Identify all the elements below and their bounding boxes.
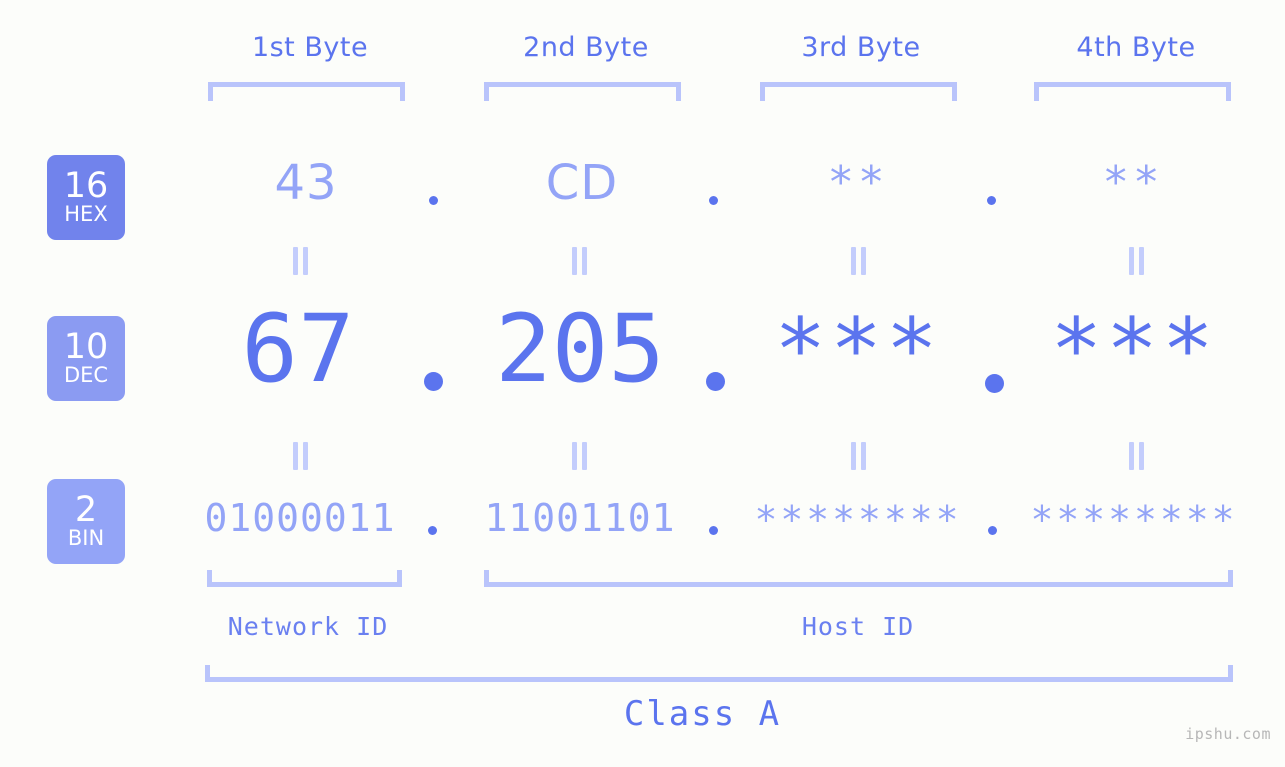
hex-dot-2: [709, 196, 718, 205]
dec-byte-1: 67: [241, 295, 355, 404]
radix-badge-bin[interactable]: 2 BIN: [47, 479, 125, 564]
equals-mark-2-2: [572, 442, 589, 470]
class-bracket: [205, 665, 1233, 682]
hex-dot-1: [429, 196, 438, 205]
host-id-bracket: [484, 570, 1233, 587]
site-watermark: ipshu.com: [1185, 725, 1271, 743]
bin-dot-2: [709, 526, 718, 535]
dec-dot-1: [424, 372, 443, 391]
equals-mark-1-3: [851, 247, 868, 275]
bin-byte-3: ********: [754, 498, 962, 542]
radix-badge-hex-base: 16: [63, 166, 109, 206]
radix-badge-dec-name: DEC: [63, 363, 109, 387]
byte-bracket-3: [760, 82, 957, 101]
class-label: Class A: [0, 694, 1285, 734]
byte-bracket-2: [484, 82, 681, 101]
network-id-label: Network ID: [227, 612, 389, 641]
class-label-text: Class A: [623, 694, 782, 734]
equals-mark-2-3: [851, 442, 868, 470]
byte-header-4: 4th Byte: [1076, 32, 1196, 63]
byte-header-1: 1st Byte: [251, 32, 369, 63]
radix-badge-hex[interactable]: 16 HEX: [47, 155, 125, 240]
byte-bracket-1: [208, 82, 405, 101]
bin-byte-4: ********: [1030, 498, 1238, 542]
radix-badge-dec[interactable]: 10 DEC: [47, 316, 125, 401]
network-id-bracket: [207, 570, 402, 587]
equals-mark-2-1: [293, 442, 310, 470]
byte-header-3: 3rd Byte: [801, 32, 921, 63]
dec-byte-3: ***: [774, 300, 942, 400]
host-id-label: Host ID: [801, 612, 915, 641]
equals-mark-1-2: [572, 247, 589, 275]
bin-dot-1: [428, 526, 437, 535]
equals-mark-1-4: [1129, 247, 1146, 275]
radix-badge-bin-name: BIN: [67, 526, 105, 550]
hex-byte-4: **: [1102, 157, 1164, 208]
radix-badge-hex-name: HEX: [64, 202, 108, 226]
hex-byte-2: CD: [545, 155, 619, 211]
equals-mark-1-1: [293, 247, 310, 275]
bin-dot-3: [988, 526, 997, 535]
byte-bracket-4: [1034, 82, 1231, 101]
hex-dot-3: [987, 196, 996, 205]
equals-mark-2-4: [1129, 442, 1146, 470]
hex-byte-1: 43: [274, 155, 338, 211]
hex-byte-3: **: [827, 157, 889, 208]
bin-byte-1: 01000011: [204, 496, 396, 540]
ip-breakdown-diagram: 1st Byte 2nd Byte 3rd Byte 4th Byte 16 H…: [0, 0, 1285, 767]
byte-header-2: 2nd Byte: [523, 32, 649, 63]
dec-dot-2: [706, 372, 725, 391]
radix-badge-bin-base: 2: [74, 490, 98, 530]
bin-byte-2: 11001101: [484, 496, 676, 540]
radix-badge-dec-base: 10: [63, 327, 109, 367]
dec-dot-3: [985, 374, 1004, 393]
dec-byte-4: ***: [1050, 300, 1218, 400]
dec-byte-2: 205: [495, 295, 665, 404]
